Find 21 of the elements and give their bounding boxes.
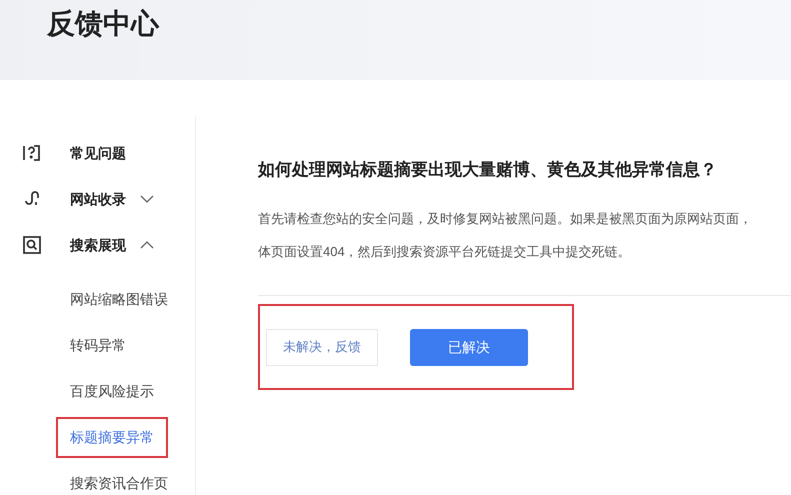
chevron-down-icon[interactable] <box>140 195 154 203</box>
sidebar-item-label: 搜索展现 <box>70 236 126 254</box>
article-text: 首先请检查您站的安全问题，及时修复网站被黑问题。如果是被黑页面为原网站页面， <box>258 210 753 228</box>
sidebar-subitem[interactable]: 百度风险提示 <box>56 370 168 412</box>
sidebar-item[interactable]: 常见问题 <box>0 130 195 176</box>
chevron-up-icon[interactable] <box>140 241 154 249</box>
sidebar-item[interactable]: 网站收录 <box>0 176 195 222</box>
article-title: 如何处理网站标题摘要出现大量赌博、黄色及其他异常信息？ <box>258 159 718 181</box>
sidebar-subitem[interactable]: 搜索资讯合作页 <box>56 462 182 495</box>
sidebar-subitem[interactable]: 转码异常 <box>56 324 140 366</box>
resolved-button[interactable]: 已解决 <box>410 328 528 366</box>
sidebar-item-label: 网站收录 <box>70 190 126 208</box>
sidebar-subitem[interactable]: 网站缩略图错误 <box>56 278 182 320</box>
help-icon <box>22 143 42 163</box>
feedback-button[interactable]: 未解决，反馈 <box>266 328 378 366</box>
sidebar-subitem[interactable]: 标题摘要异常 <box>56 416 168 458</box>
article-text: 体页面设置404，然后到搜索资源平台死链提交工具中提交死链。 <box>258 243 632 261</box>
page-title: 反馈中心 <box>47 7 159 41</box>
sidebar-item-label: 常见问题 <box>70 144 126 162</box>
search-icon <box>22 235 42 255</box>
sidebar-item[interactable]: 搜索展现 <box>0 222 195 268</box>
